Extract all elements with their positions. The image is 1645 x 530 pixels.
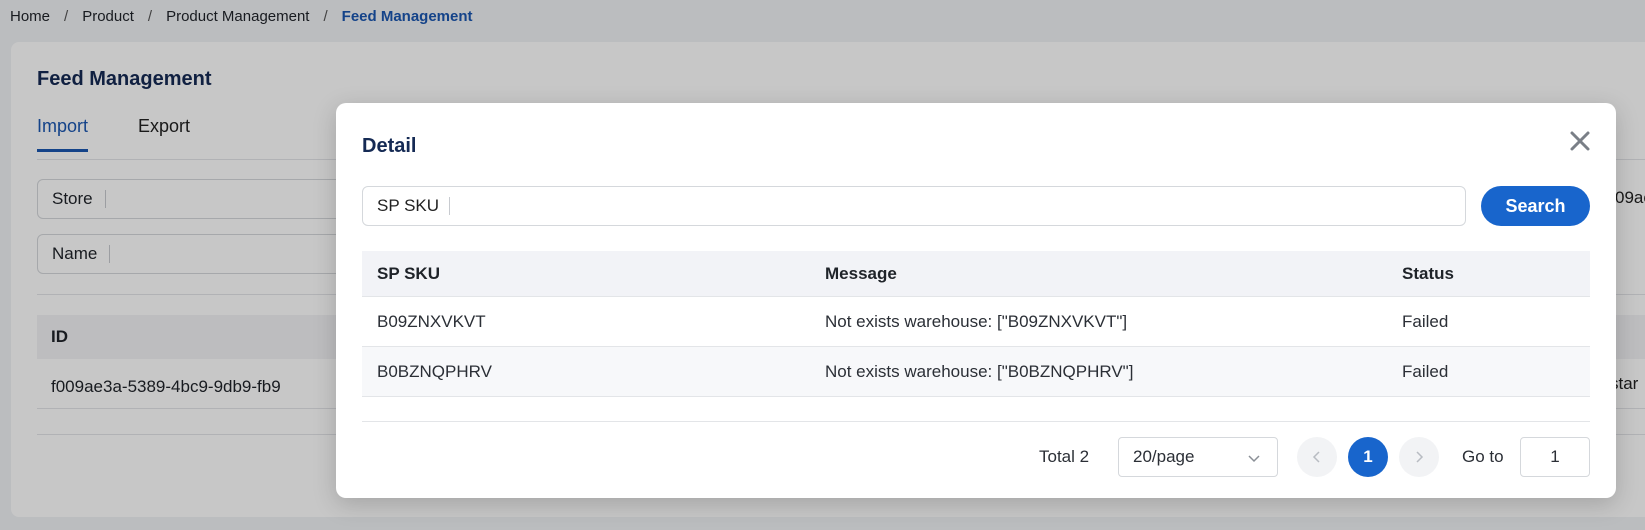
page-size-select[interactable]: 20/page <box>1118 437 1278 477</box>
page-size-value: 20/page <box>1133 447 1195 466</box>
column-header-status: Status <box>1402 263 1454 283</box>
pagination-divider <box>362 421 1590 422</box>
chevron-down-icon <box>1248 455 1260 463</box>
cell-sku: B0BZNQPHRV <box>377 361 492 381</box>
page-number-button[interactable]: 1 <box>1348 437 1388 477</box>
cell-message: Not exists warehouse: ["B09ZNXVKVT"] <box>825 311 1128 331</box>
pagination: Total 2 20/page 1 Go to <box>336 437 1616 477</box>
table-header: SP SKU Message Status <box>362 251 1590 297</box>
next-page-button[interactable] <box>1399 437 1439 477</box>
cell-status: Failed <box>1402 311 1449 331</box>
table-row: B0BZNQPHRV Not exists warehouse: ["B0BZN… <box>362 347 1590 397</box>
modal-title: Detail <box>362 135 417 157</box>
cell-status: Failed <box>1402 361 1449 381</box>
column-header-message: Message <box>825 263 897 283</box>
prev-page-button[interactable] <box>1297 437 1337 477</box>
detail-modal: Detail SP SKU Search SP SKU Message Stat… <box>336 103 1616 498</box>
sku-search-label: SP SKU <box>377 197 451 215</box>
cell-message: Not exists warehouse: ["B0BZNQPHRV"] <box>825 361 1134 381</box>
chevron-left-icon <box>1312 451 1320 463</box>
sku-search-input[interactable] <box>450 188 1465 224</box>
table-row: B09ZNXVKVT Not exists warehouse: ["B09ZN… <box>362 297 1590 347</box>
sku-search-field[interactable]: SP SKU <box>362 186 1466 226</box>
chevron-right-icon <box>1416 451 1424 463</box>
goto-page-input[interactable] <box>1520 437 1590 477</box>
goto-label: Go to <box>1462 447 1504 466</box>
detail-table: SP SKU Message Status B09ZNXVKVT Not exi… <box>362 251 1590 397</box>
search-button[interactable]: Search <box>1481 186 1590 226</box>
total-count: Total 2 <box>1039 447 1090 466</box>
close-icon[interactable] <box>1566 127 1594 155</box>
cell-sku: B09ZNXVKVT <box>377 311 486 331</box>
column-header-sku: SP SKU <box>377 263 440 283</box>
